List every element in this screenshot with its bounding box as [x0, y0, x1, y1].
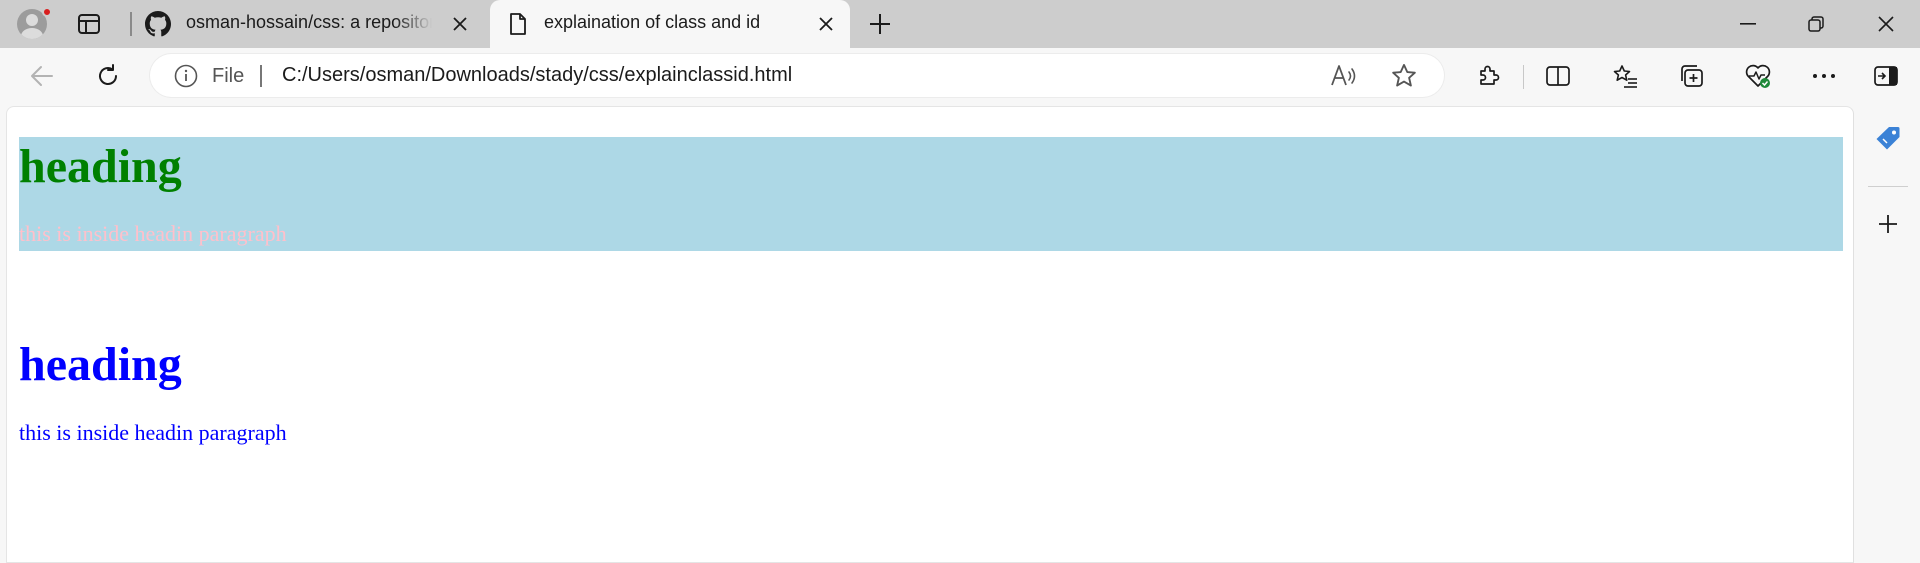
sidebar-toggle-icon	[1874, 66, 1898, 86]
close-tab-button[interactable]	[448, 12, 472, 36]
plus-icon	[1879, 215, 1897, 233]
info-icon[interactable]	[174, 64, 198, 88]
back-arrow-icon	[31, 66, 53, 86]
notification-dot	[42, 7, 52, 17]
heart-pulse-icon	[1745, 64, 1771, 88]
close-window-button[interactable]	[1856, 0, 1916, 48]
close-icon	[1878, 16, 1894, 32]
collections-icon	[1681, 65, 1703, 87]
section2-paragraph: this is inside headin paragraph	[19, 420, 287, 445]
tab-actions-button[interactable]	[72, 8, 106, 40]
split-screen-button[interactable]	[1538, 58, 1578, 94]
close-icon	[819, 17, 833, 31]
sidebar-toggle-button[interactable]	[1866, 58, 1906, 94]
tab-separator	[130, 12, 132, 36]
section1-heading: heading	[19, 140, 182, 193]
minimize-icon	[1740, 23, 1756, 25]
add-sidebar-app-button[interactable]	[1868, 204, 1908, 244]
github-icon	[144, 10, 172, 38]
tab-active-page[interactable]: explaination of class and id	[490, 0, 850, 48]
minimize-button[interactable]	[1718, 0, 1778, 48]
star-icon	[1392, 63, 1416, 87]
tag-icon	[1876, 127, 1900, 150]
favorites-button[interactable]	[1605, 58, 1645, 94]
restore-button[interactable]	[1786, 0, 1846, 48]
refresh-icon	[99, 64, 117, 85]
tab-title: explaination of class and id	[544, 12, 761, 32]
refresh-button[interactable]	[88, 58, 128, 94]
class-styled-section	[19, 137, 1843, 251]
more-options-button[interactable]	[1804, 58, 1844, 94]
section2-heading: heading	[19, 338, 182, 391]
split-screen-icon	[1546, 66, 1570, 86]
navigation-toolbar: File C:/Users/osman/Downloads/stady/css/…	[0, 48, 1920, 104]
edge-sidebar	[1856, 106, 1920, 563]
page-icon	[504, 10, 532, 38]
plus-icon	[870, 14, 890, 34]
page-viewport: heading this is inside headin paragraph …	[6, 106, 1854, 563]
address-bar[interactable]: File C:/Users/osman/Downloads/stady/css/…	[150, 54, 1444, 97]
shopping-button[interactable]	[1868, 118, 1908, 158]
new-tab-button[interactable]	[862, 8, 898, 40]
tab-title: osman-hossain/css: a repository for css	[186, 12, 432, 32]
tab-actions-icon	[78, 14, 100, 34]
extensions-button[interactable]	[1468, 58, 1508, 94]
tab-github[interactable]: osman-hossain/css: a repository for css	[140, 0, 484, 48]
url-text[interactable]: C:/Users/osman/Downloads/stady/css/expla…	[282, 64, 792, 87]
collections-button[interactable]	[1672, 58, 1712, 94]
puzzle-icon	[1480, 65, 1500, 85]
sidebar-separator	[1868, 186, 1908, 187]
favorites-icon	[1613, 65, 1637, 88]
address-divider	[260, 65, 262, 87]
close-icon	[453, 17, 467, 31]
ellipsis-icon	[1813, 74, 1835, 78]
browser-essentials-button[interactable]	[1738, 58, 1778, 94]
toolbar-separator	[1523, 65, 1524, 89]
site-info-label[interactable]: File	[212, 65, 244, 88]
restore-icon	[1808, 16, 1824, 32]
close-tab-button[interactable]	[814, 12, 838, 36]
back-button[interactable]	[22, 58, 62, 94]
title-bar: osman-hossain/css: a repository for css …	[0, 0, 1920, 48]
page-content: heading this is inside headin paragraph …	[7, 107, 1853, 562]
add-favorite-button[interactable]	[1390, 62, 1418, 90]
read-aloud-icon	[1331, 65, 1356, 86]
read-aloud-button[interactable]	[1330, 63, 1358, 89]
profile-button[interactable]	[12, 6, 52, 42]
section1-paragraph: this is inside headin paragraph	[19, 221, 287, 246]
